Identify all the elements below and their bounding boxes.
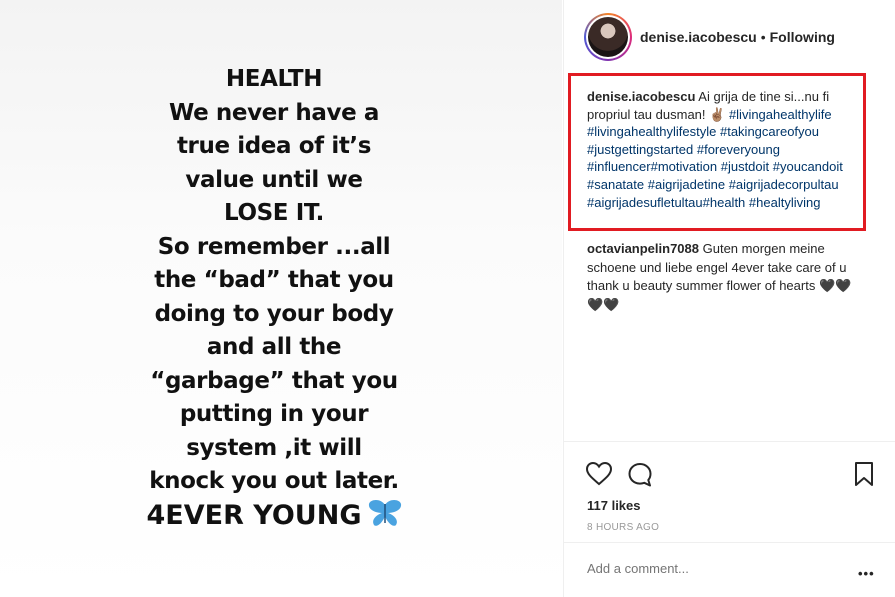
- butterfly-icon: [368, 499, 402, 536]
- hashtag-link[interactable]: #sanatate: [587, 177, 644, 192]
- hashtag-link[interactable]: #aigrijadesufletultau: [587, 195, 703, 210]
- quote-line: the “bad” that you: [154, 267, 394, 293]
- hashtag-link[interactable]: #takingcareofyou: [720, 124, 819, 139]
- quote-last-line: 4EVER YOUNG: [0, 499, 548, 536]
- bookmark-icon[interactable]: [854, 462, 874, 486]
- hashtag-link[interactable]: #motivation: [651, 159, 717, 174]
- quote-line: HEALTH: [225, 66, 323, 92]
- quote-line: We never have a: [168, 99, 380, 126]
- quote-line: putting in your: [179, 401, 369, 427]
- hashtag-link[interactable]: #justgettingstarted: [587, 142, 693, 157]
- comment-item: octavianpelin7088 Guten morgen meine sch…: [587, 240, 857, 314]
- divider: [564, 441, 895, 442]
- post-timestamp[interactable]: 8 HOURS AGO: [587, 522, 659, 533]
- hashtag-link[interactable]: #influencer: [587, 159, 651, 174]
- heart-icon[interactable]: [586, 462, 612, 486]
- hashtag-link[interactable]: #livingahealthylifestyle: [587, 124, 716, 139]
- more-options-button[interactable]: •••: [858, 566, 875, 581]
- add-comment-input[interactable]: [587, 561, 827, 576]
- hashtag-link[interactable]: #youcandoit: [773, 159, 843, 174]
- following-button[interactable]: Following: [770, 29, 835, 45]
- hashtag-link[interactable]: #aigrijadetine: [648, 177, 725, 192]
- post-image[interactable]: HEALTH We never have a true idea of it’s…: [0, 0, 562, 597]
- hashtag-link[interactable]: #justdoit: [721, 159, 769, 174]
- hashtag-link[interactable]: #health: [703, 195, 746, 210]
- hashtag-link[interactable]: #healtyliving: [749, 195, 821, 210]
- post-sidebar: denise.iacobescu • Following denise.iaco…: [563, 0, 895, 597]
- quote-line: and all the: [206, 334, 342, 360]
- quote-last-line-text: 4EVER YOUNG: [146, 499, 362, 531]
- quote-line: system ,it will: [186, 434, 362, 461]
- avatar[interactable]: [584, 13, 632, 61]
- hashtag-link[interactable]: #foreveryoung: [697, 142, 780, 157]
- quote-line: doing to your body: [154, 300, 394, 327]
- quote-line: “garbage” that you: [150, 367, 398, 394]
- hashtag-link[interactable]: #aigrijadecorpultau: [729, 177, 839, 192]
- quote-line: knock you out later.: [149, 468, 399, 494]
- quote-line: LOSE IT.: [224, 200, 324, 226]
- comment-icon[interactable]: [627, 462, 653, 488]
- post-image-text: HEALTH We never have a true idea of it’s…: [0, 63, 548, 535]
- caption: denise.iacobescu Ai grija de tine si...n…: [587, 88, 849, 211]
- quote-line: true idea of it’s: [176, 133, 372, 159]
- header-username-link[interactable]: denise.iacobescu: [640, 29, 757, 45]
- caption-author-link[interactable]: denise.iacobescu: [587, 89, 695, 104]
- divider: [564, 542, 895, 543]
- comment-author-link[interactable]: octavianpelin7088: [587, 241, 699, 256]
- hashtag-link[interactable]: #livingahealthylife: [729, 107, 832, 122]
- separator-dot: •: [760, 29, 766, 45]
- likes-count[interactable]: 117 likes: [587, 498, 641, 513]
- quote-line: So remember ...all: [157, 233, 391, 260]
- quote-line: value until we: [185, 166, 363, 193]
- action-bar: [586, 462, 876, 490]
- post-header: denise.iacobescu • Following: [584, 13, 835, 61]
